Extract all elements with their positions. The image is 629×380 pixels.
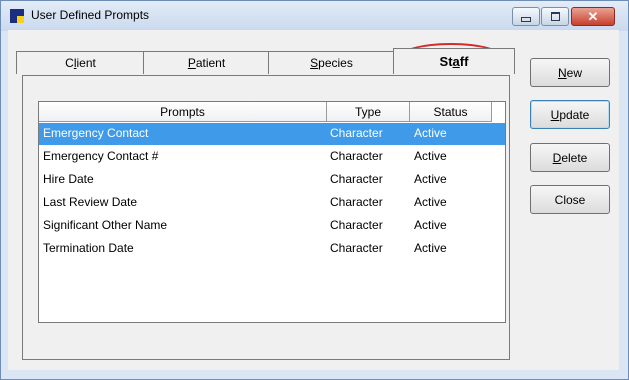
cell-prompt: Hire Date bbox=[43, 172, 94, 186]
cell-type: Character bbox=[330, 126, 383, 140]
tab-staff[interactable]: Staff bbox=[393, 48, 515, 74]
table-row[interactable]: Hire Date Character Active bbox=[39, 169, 505, 191]
update-button[interactable]: Update bbox=[530, 100, 610, 129]
cell-type: Character bbox=[330, 172, 383, 186]
cell-status: Active bbox=[414, 195, 447, 209]
close-window-button[interactable]: ✕ bbox=[571, 7, 615, 26]
tab-staff-label: Staff bbox=[439, 54, 469, 69]
close-icon: ✕ bbox=[587, 9, 599, 24]
column-header-prompts[interactable]: Prompts bbox=[39, 102, 327, 122]
cell-type: Character bbox=[330, 195, 383, 209]
delete-button[interactable]: Delete bbox=[530, 143, 610, 172]
minimize-button[interactable] bbox=[512, 7, 540, 26]
tab-species-label: Species bbox=[310, 56, 353, 70]
maximize-icon bbox=[550, 12, 560, 21]
tab-client[interactable]: Client bbox=[16, 51, 145, 74]
column-header-status[interactable]: Status bbox=[410, 102, 492, 122]
table-row[interactable]: Last Review Date Character Active bbox=[39, 192, 505, 214]
cell-prompt: Termination Date bbox=[43, 241, 134, 255]
table-row[interactable]: Emergency Contact Character Active bbox=[39, 123, 505, 145]
table-row[interactable]: Termination Date Character Active bbox=[39, 238, 505, 260]
tab-species[interactable]: Species bbox=[268, 51, 395, 74]
prompts-listview[interactable]: Prompts Type Status Emergency Contact Cha… bbox=[38, 101, 506, 323]
cell-type: Character bbox=[330, 218, 383, 232]
table-row[interactable]: Significant Other Name Character Active bbox=[39, 215, 505, 237]
cell-prompt: Significant Other Name bbox=[43, 218, 168, 232]
maximize-button[interactable] bbox=[541, 7, 569, 26]
column-header-type[interactable]: Type bbox=[327, 102, 410, 122]
window-title: User Defined Prompts bbox=[31, 8, 150, 22]
cell-prompt: Emergency Contact # bbox=[43, 149, 159, 163]
delete-button-label: Delete bbox=[552, 150, 588, 165]
app-icon bbox=[10, 9, 24, 23]
listview-header: Prompts Type Status bbox=[39, 102, 505, 123]
new-button-label: New bbox=[557, 65, 582, 80]
tab-client-label: Client bbox=[65, 56, 96, 70]
title-bar[interactable]: User Defined Prompts ✕ bbox=[1, 1, 628, 31]
cell-type: Character bbox=[330, 241, 383, 255]
close-button[interactable]: Close bbox=[530, 185, 610, 214]
minimize-icon bbox=[521, 17, 531, 22]
new-button[interactable]: New bbox=[530, 58, 610, 87]
tab-patient[interactable]: Patient bbox=[143, 51, 270, 74]
cell-status: Active bbox=[414, 126, 447, 140]
cell-prompt: Emergency Contact bbox=[43, 126, 149, 140]
update-button-label: Update bbox=[550, 107, 590, 122]
close-button-label: Close bbox=[554, 192, 586, 207]
cell-status: Active bbox=[414, 172, 447, 186]
cell-prompt: Last Review Date bbox=[43, 195, 138, 209]
cell-status: Active bbox=[414, 241, 447, 255]
table-row[interactable]: Emergency Contact # Character Active bbox=[39, 146, 505, 168]
cell-status: Active bbox=[414, 149, 447, 163]
cell-type: Character bbox=[330, 149, 383, 163]
tab-patient-label: Patient bbox=[187, 56, 226, 70]
cell-status: Active bbox=[414, 218, 447, 232]
